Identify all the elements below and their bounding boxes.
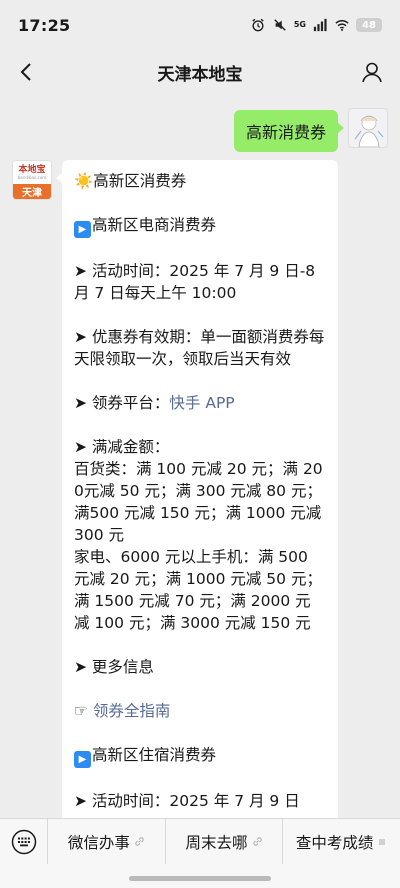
wifi-icon bbox=[335, 20, 349, 31]
bot-avatar[interactable]: 本地宝 bendibao.com 天津 bbox=[12, 160, 52, 200]
chevron-left-icon bbox=[20, 63, 31, 81]
profile-button[interactable] bbox=[358, 58, 386, 86]
msg-discount-appliance: 家电、6000 元以上手机：满 500 元减 20 元；满 1000 元减 50… bbox=[74, 548, 322, 632]
incoming-bubble[interactable]: ☀️高新区消费券 ▶ 高新区电商消费券 ➤ 活动时间：2025 年 7 月 9 日… bbox=[56, 160, 338, 818]
user-avatar-image bbox=[349, 109, 387, 147]
msg-more-info: ➤ 更多信息 bbox=[74, 658, 154, 676]
menu-lines-icon bbox=[379, 839, 386, 844]
msg-heading: ☀️高新区消费券 bbox=[74, 172, 187, 190]
msg-discount: ➤ 满减金额： 百货类：满 100 元减 20 元；满 200元减 50 元；满… bbox=[74, 436, 326, 634]
alarm-icon bbox=[252, 18, 264, 32]
msg-lodging-time: ➤ 活动时间：2025 年 7 月 9 日 bbox=[74, 792, 300, 810]
bot-avatar-brand: 本地宝 bbox=[18, 164, 46, 175]
msg-activity-time: ➤ 活动时间：2025 年 7 月 9 日-8 月 7 日每天上午 10:00 bbox=[74, 262, 316, 302]
msg-section-ecommerce-label: 高新区电商消费券 bbox=[92, 216, 217, 234]
menu-item-wechat-services[interactable]: 微信办事 bbox=[48, 818, 166, 865]
person-icon bbox=[362, 62, 382, 83]
nav-bar: 天津本地宝 bbox=[0, 50, 400, 94]
outgoing-message: 高新消费券 bbox=[233, 108, 388, 152]
hand-icon: ☞ bbox=[74, 702, 88, 720]
play-icon: ▶ bbox=[74, 751, 91, 768]
play-icon: ▶ bbox=[74, 221, 91, 238]
msg-validity: ➤ 优惠券有效期：单一面额消费券每天限领取一次，领取后当天有效 bbox=[74, 328, 325, 368]
bot-avatar-brand-sub: bendibao.com bbox=[17, 174, 47, 180]
status-icons: 5G 48 bbox=[250, 18, 382, 32]
home-indicator[interactable] bbox=[129, 876, 271, 881]
menu-item-exam-results[interactable]: 查中考成绩 bbox=[283, 819, 400, 865]
msg-discount-title: ➤ 满减金额： bbox=[74, 438, 170, 456]
mute-icon bbox=[274, 19, 286, 31]
link-icon bbox=[252, 837, 262, 846]
msg-platform: ➤ 领券平台：快手 APP bbox=[74, 392, 326, 414]
menu-item-weekend[interactable]: 周末去哪 bbox=[166, 818, 284, 865]
status-bar: 17:25 5G 48 bbox=[0, 0, 400, 50]
bot-avatar-city: 天津 bbox=[13, 184, 51, 199]
msg-discount-general: 百货类：满 100 元减 20 元；满 200元减 50 元；满 300 元减 … bbox=[74, 460, 323, 544]
signal-icon bbox=[313, 18, 327, 32]
keyboard-button[interactable] bbox=[0, 818, 48, 865]
platform-link[interactable]: 快手 APP bbox=[169, 394, 234, 412]
chat-area[interactable]: 高新消费券 本地宝 bendibao.com 天津 ☀️高新区消费券 ▶ 高新区电… bbox=[0, 94, 400, 818]
battery-icon: 48 bbox=[356, 18, 382, 32]
network-type: 5G bbox=[293, 20, 306, 29]
bottom-menu: 微信办事 周末去哪 查中考成绩 bbox=[0, 818, 400, 865]
msg-section-lodging: ▶ 高新区住宿消费券 bbox=[74, 744, 326, 768]
page-title: 天津本地宝 bbox=[157, 64, 243, 85]
back-button[interactable] bbox=[12, 58, 40, 86]
msg-section-ecommerce: ▶ 高新区电商消费券 bbox=[74, 214, 326, 238]
msg-platform-label: ➤ 领券平台： bbox=[74, 394, 170, 412]
menu-item-label: 周末去哪 bbox=[185, 833, 248, 852]
msg-section-lodging-label: 高新区住宿消费券 bbox=[92, 746, 217, 764]
bot-avatar-logo: 本地宝 bendibao.com bbox=[13, 161, 51, 184]
guide-link[interactable]: 领券全指南 bbox=[93, 702, 171, 720]
incoming-message: 本地宝 bendibao.com 天津 ☀️高新区消费券 ▶ 高新区电商消费券 ➤… bbox=[12, 160, 338, 818]
link-icon bbox=[135, 837, 144, 846]
keyboard-icon bbox=[11, 829, 36, 854]
menu-item-label: 查中考成绩 bbox=[295, 833, 374, 852]
status-time: 17:25 bbox=[18, 15, 71, 35]
msg-guide: ☞ 领券全指南 bbox=[74, 700, 326, 722]
menu-item-label: 微信办事 bbox=[67, 833, 130, 852]
outgoing-bubble[interactable]: 高新消费券 bbox=[233, 110, 345, 152]
user-avatar[interactable] bbox=[348, 108, 388, 148]
